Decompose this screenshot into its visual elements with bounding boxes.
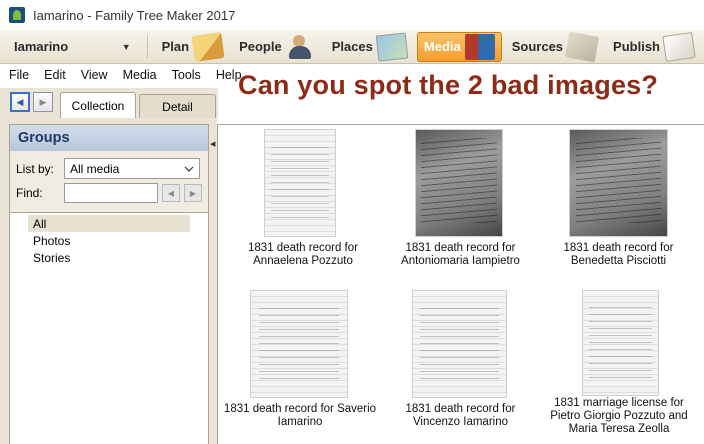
list-by-label: List by: (16, 161, 55, 176)
nav-plan-label: Plan (161, 39, 190, 54)
nav-sources-label: Sources (511, 39, 564, 54)
media-caption: 1831 death record for Saverio Iamarino (223, 403, 377, 428)
chevron-down-icon: ▼ (121, 41, 131, 52)
menu-edit[interactable]: Edit (35, 68, 72, 82)
media-thumbnail[interactable] (582, 290, 659, 396)
nav-people-button[interactable]: People (233, 32, 322, 62)
group-item-stories[interactable]: Stories (28, 249, 190, 266)
people-icon (286, 34, 316, 60)
media-caption: 1831 marriage license for Pietro Giorgio… (550, 397, 688, 435)
media-thumbnail[interactable] (250, 290, 348, 398)
nav-publish-button[interactable]: Publish (607, 31, 700, 62)
list-by-row: List by: All media (16, 158, 200, 179)
family-tree-maker-app-icon (9, 7, 25, 23)
media-caption: 1831 death record for Antoniomaria Iampi… (401, 242, 520, 267)
left-panel: Groups List by: All media Find: ◀ ▶ All … (0, 118, 210, 444)
main-navigation-bar: Iamarino ▼ Plan People Places Media Sour… (0, 30, 704, 64)
menu-tools[interactable]: Tools (163, 68, 207, 82)
divider (146, 34, 148, 59)
find-label: Find: (16, 186, 43, 200)
find-previous-button[interactable]: ◀ (162, 184, 180, 202)
media-caption: 1831 death record for Vincenzo Iamarino (405, 403, 516, 428)
workspace-toolbar: ◀ ▶ Collection Detail (0, 88, 218, 118)
panel-splitter[interactable]: ◀ (210, 118, 217, 444)
triangle-left-icon: ◀ (167, 188, 175, 198)
find-input[interactable] (64, 183, 158, 203)
menu-view[interactable]: View (72, 68, 114, 82)
nav-plan-button[interactable]: Plan (156, 31, 229, 62)
find-next-button[interactable]: ▶ (184, 184, 202, 202)
window-title: Iamarino - Family Tree Maker 2017 (33, 7, 236, 23)
nav-places-label: Places (331, 39, 373, 54)
triangle-right-icon: ▶ (39, 96, 47, 107)
overlay-banner-text: Can you spot the 2 bad images? (238, 70, 659, 100)
group-item-photos[interactable]: Photos (28, 232, 190, 249)
chevron-down-icon (184, 166, 194, 172)
nav-publish-label: Publish (613, 39, 660, 54)
places-icon (375, 32, 409, 61)
nav-people-label: People (239, 39, 282, 54)
publish-icon (662, 31, 696, 62)
media-icon (464, 33, 495, 60)
nav-sources-button[interactable]: Sources (506, 31, 603, 62)
media-thumbnail[interactable] (264, 129, 336, 237)
group-item-all[interactable]: All (28, 215, 190, 232)
tab-collection[interactable]: Collection (60, 92, 136, 118)
groups-title: Groups (10, 125, 208, 151)
sources-icon (565, 31, 600, 62)
menu-file[interactable]: File (0, 68, 35, 82)
media-thumbnail[interactable] (412, 290, 507, 398)
collapse-left-icon[interactable]: ◀ (210, 140, 215, 148)
nav-places-button[interactable]: Places (326, 32, 413, 62)
groups-panel: Groups List by: All media Find: ◀ ▶ All … (9, 124, 209, 444)
media-grid: 1831 death record for Annaelena Pozzuto … (217, 124, 704, 444)
tree-name: Iamarino (14, 39, 69, 54)
tree-selector[interactable]: Iamarino ▼ (4, 34, 141, 60)
media-caption: 1831 death record for Benedetta Pisciott… (563, 242, 674, 267)
triangle-right-icon: ▶ (189, 188, 197, 198)
title-bar: Iamarino - Family Tree Maker 2017 (0, 0, 704, 30)
triangle-left-icon: ◀ (16, 96, 24, 107)
group-list: All Photos Stories (10, 212, 208, 444)
list-by-dropdown[interactable]: All media (64, 158, 200, 179)
tab-detail[interactable]: Detail (139, 94, 216, 118)
media-caption: 1831 death record for Annaelena Pozzuto (248, 242, 358, 267)
nav-media-label: Media (423, 39, 461, 54)
list-by-value: All media (70, 161, 120, 176)
back-button[interactable]: ◀ (10, 92, 30, 112)
plan-icon (191, 31, 225, 62)
nav-media-button[interactable]: Media (416, 31, 502, 62)
media-thumbnail[interactable] (415, 129, 503, 237)
forward-button[interactable]: ▶ (33, 92, 53, 112)
find-row: Find: ◀ ▶ (16, 183, 202, 203)
media-thumbnail[interactable] (569, 129, 668, 237)
menu-media[interactable]: Media (114, 68, 163, 82)
